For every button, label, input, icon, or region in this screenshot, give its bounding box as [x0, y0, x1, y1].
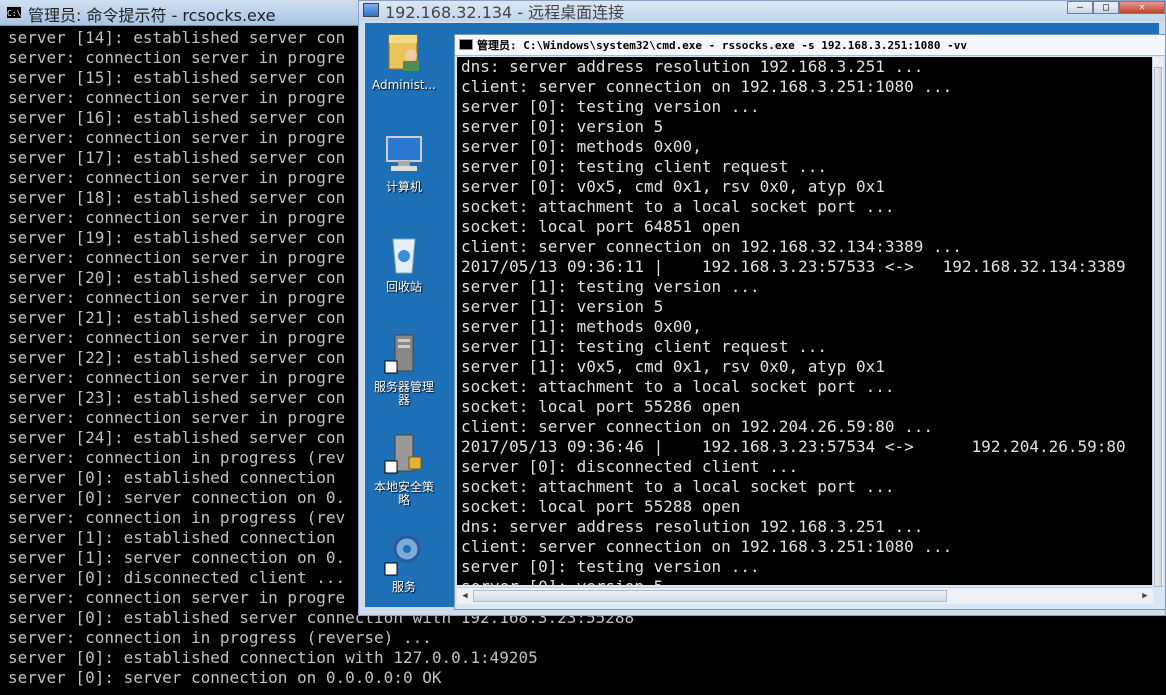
console-line: server: connection in progress (rev [8, 448, 346, 467]
console-line: server [21]: established server con [8, 308, 346, 327]
desktop-icon-label: 回收站 [385, 280, 422, 294]
recycle-bin-icon [392, 238, 416, 274]
console-line: server [16]: established server con [8, 108, 346, 127]
cmd-window-icon [459, 39, 473, 50]
console-line: server [19]: established server con [8, 228, 346, 247]
remote-cmd-console[interactable]: dns: server address resolution 192.168.3… [457, 57, 1153, 585]
console-line: server [1]: version 5 [461, 297, 664, 316]
console-line: dns: server address resolution 192.168.3… [461, 57, 924, 76]
console-line: server: connection server in progre [8, 588, 346, 607]
console-line: server [24]: established server con [8, 428, 346, 447]
services-gear-icon [384, 535, 421, 576]
remote-cmd-title: 管理员: C:\Windows\system32\cmd.exe - rssoc… [477, 39, 967, 52]
console-line: client: server connection on 192.168.3.2… [461, 537, 953, 556]
console-line: client: server connection on 192.204.26.… [461, 417, 934, 436]
local-cmd-titlebar[interactable]: C:\ 管理员: 命令提示符 - rcsocks.exe [0, 0, 360, 26]
scroll-left-arrow-icon[interactable]: ◀ [459, 590, 471, 602]
console-line: server [1]: established connection [8, 528, 336, 547]
console-line: dns: server address resolution 192.168.3… [461, 517, 924, 536]
local-cmd-title: 管理员: 命令提示符 - rcsocks.exe [28, 6, 276, 25]
vertical-scrollbar[interactable] [1152, 57, 1163, 587]
console-line: server [1]: testing version ... [461, 277, 760, 296]
console-line: socket: attachment to a local socket por… [461, 477, 895, 496]
console-line: socket: attachment to a local socket por… [461, 377, 895, 396]
console-line: server [0]: established connection [8, 468, 336, 487]
console-line: server [1]: v0x5, cmd 0x1, rsv 0x0, atyp… [461, 357, 885, 376]
console-line: server [0]: methods 0x00, [461, 137, 702, 156]
remote-desktop-icon [363, 3, 379, 17]
user-folder-icon [388, 34, 419, 71]
console-line: server [0]: disconnected client ... [461, 457, 799, 476]
desktop-icon-label: 服务器管理器 [373, 380, 434, 407]
console-line: server [0]: testing version ... [461, 97, 760, 116]
console-line: server: connection server in progre [8, 328, 346, 347]
console-line: server [0]: version 5 [461, 117, 664, 136]
desktop-icon-label: 本地安全策略 [373, 480, 434, 507]
rdp-title: 192.168.32.134 - 远程桌面连接 [385, 3, 625, 22]
console-line: server: connection server in progre [8, 88, 346, 107]
close-button[interactable]: ✕ [1119, 1, 1165, 14]
desktop-icon-recycle-bin[interactable]: 回收站 [369, 231, 439, 294]
console-line: 2017/05/13 09:36:46 | 192.168.3.23:57534… [461, 437, 1126, 456]
scrollbar-thumb[interactable] [1154, 67, 1162, 587]
minimize-button[interactable]: — [1067, 1, 1093, 14]
console-line: server [18]: established server con [8, 188, 346, 207]
console-line: server [0]: disconnected client ... [8, 568, 346, 587]
security-policy-icon [384, 434, 422, 474]
console-line: server: connection server in progre [8, 48, 346, 67]
console-line: server [1]: methods 0x00, [461, 317, 702, 336]
console-line: server: connection server in progre [8, 368, 346, 387]
console-line: server [0]: server connection on 0.0.0.0… [8, 668, 442, 687]
console-line: server: connection in progress (rev [8, 508, 346, 527]
console-line: server: connection server in progre [8, 408, 346, 427]
console-line: server [14]: established server con [8, 28, 346, 47]
cmd-window-icon: C:\ [6, 6, 22, 19]
desktop-icon-computer[interactable]: 计算机 [369, 131, 439, 194]
console-line: socket: local port 55286 open [461, 397, 741, 416]
console-line: socket: local port 55288 open [461, 497, 741, 516]
desktop-icon-label: 计算机 [385, 180, 422, 194]
console-line: server [22]: established server con [8, 348, 346, 367]
remote-cmd-window[interactable]: 管理员: C:\Windows\system32\cmd.exe - rssoc… [454, 34, 1166, 610]
console-line: 2017/05/13 09:36:11 | 192.168.3.23:57533… [461, 257, 1126, 276]
console-line: server [15]: established server con [8, 68, 346, 87]
horizontal-scrollbar[interactable]: ◀ ▶ [457, 587, 1153, 604]
scroll-right-arrow-icon[interactable]: ▶ [1139, 590, 1151, 602]
console-line: server [1]: server connection on 0. [8, 548, 346, 567]
console-line: server: connection server in progre [8, 248, 346, 267]
console-line: server [17]: established server con [8, 148, 346, 167]
console-line: client: server connection on 192.168.3.2… [461, 77, 953, 96]
console-line: server [20]: established server con [8, 268, 346, 287]
remote-cmd-titlebar[interactable]: 管理员: C:\Windows\system32\cmd.exe - rssoc… [455, 35, 1165, 56]
console-line: socket: attachment to a local socket por… [461, 197, 895, 216]
console-line: server [0]: established connection with … [8, 648, 538, 667]
scrollbar-thumb[interactable] [473, 590, 947, 602]
desktop-icon-administrator[interactable]: Administ... [369, 29, 439, 92]
rdp-titlebar[interactable]: 192.168.32.134 - 远程桌面连接 — □ ✕ [359, 1, 1165, 22]
console-line: server [0]: server connection on 0. [8, 488, 346, 507]
console-line: server: connection server in progre [8, 208, 346, 227]
console-line: server [0]: testing version ... [461, 557, 760, 576]
console-line: server: connection server in progre [8, 168, 346, 187]
console-line: client: server connection on 192.168.32.… [461, 237, 962, 256]
console-line: server: connection in progress (reverse)… [8, 628, 432, 647]
console-line: server [0]: v0x5, cmd 0x1, rsv 0x0, atyp… [461, 177, 885, 196]
server-manager-icon [384, 334, 414, 374]
console-line: server [1]: testing client request ... [461, 337, 828, 356]
desktop-icon-label: Administ... [372, 78, 436, 92]
console-line: server [23]: established server con [8, 388, 346, 407]
console-line: server: connection server in progre [8, 128, 346, 147]
desktop-icon-services[interactable]: 服务 [369, 531, 439, 594]
console-line: server [0]: version 5 [461, 577, 663, 585]
desktop-icon-label: 服务 [391, 580, 416, 594]
window-controls: — □ ✕ [1067, 1, 1165, 15]
console-line: socket: local port 64851 open [461, 217, 741, 236]
console-line: server [0]: testing client request ... [461, 157, 828, 176]
desktop-icon-security-policy[interactable]: 本地安全策略 [369, 431, 439, 507]
computer-icon [386, 136, 422, 171]
maximize-button[interactable]: □ [1093, 1, 1119, 14]
desktop-icon-server-manager[interactable]: 服务器管理器 [369, 331, 439, 407]
console-line: server: connection server in progre [8, 288, 346, 307]
